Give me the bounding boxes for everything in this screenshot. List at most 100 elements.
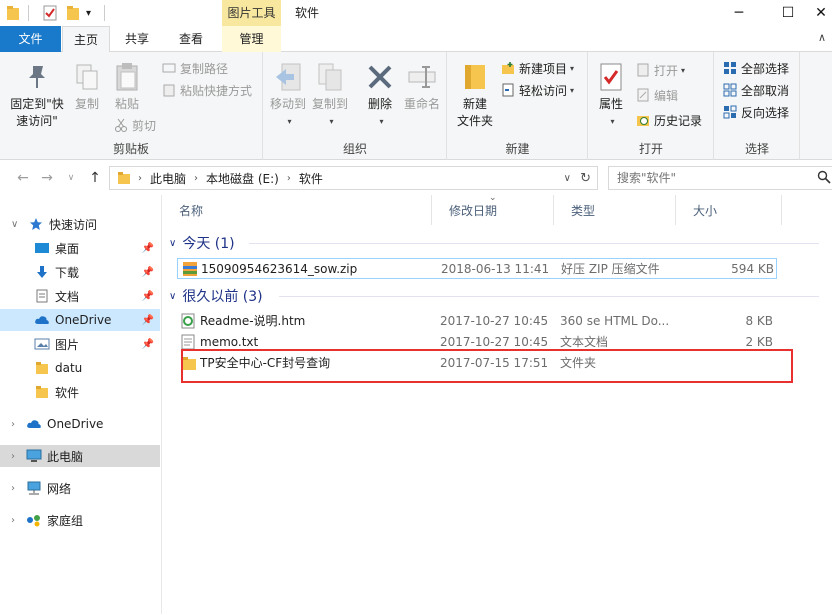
properties-qa-icon[interactable] <box>43 4 57 22</box>
group-header-today[interactable]: ∨ 今天 (1) <box>169 233 235 253</box>
easy-access-button[interactable]: 轻松访问 ▾ <box>500 80 574 100</box>
pin-icon[interactable]: 📌 <box>142 291 154 302</box>
nav-onedrive[interactable]: › OneDrive <box>0 413 160 435</box>
nav-item-datu[interactable]: datu <box>0 357 160 379</box>
copy-path-icon <box>161 60 177 76</box>
paste-shortcut-button[interactable]: 粘贴快捷方式 <box>161 80 252 100</box>
nav-item-label: 图片 <box>55 337 80 352</box>
invert-selection-button[interactable]: 反向选择 <box>722 102 789 122</box>
nav-item-downloads[interactable]: 下载 📌 <box>0 261 160 283</box>
tab-view[interactable]: 查看 <box>166 26 216 52</box>
group-header-long-ago[interactable]: ∨ 很久以前 (3) <box>169 286 263 306</box>
move-to-icon <box>271 60 305 94</box>
nav-network[interactable]: › 网络 <box>0 477 160 499</box>
html-file-icon <box>181 313 195 332</box>
nav-item-documents[interactable]: 文档 📌 <box>0 285 160 307</box>
ribbon-tab-bar: 文件 主页 共享 查看 管理 <box>0 26 832 53</box>
column-header-size[interactable]: 大小 <box>677 195 782 225</box>
delete-button[interactable]: 删除 ▾ <box>362 60 398 130</box>
select-none-button[interactable]: 全部取消 <box>722 80 789 100</box>
paste-button[interactable]: 粘贴 <box>112 60 142 113</box>
window-title: 软件 <box>295 6 320 20</box>
new-folder-button[interactable]: 新建 文件夹 <box>454 60 496 130</box>
nav-item-software[interactable]: 软件 <box>0 381 160 403</box>
tab-home[interactable]: 主页 <box>62 26 110 53</box>
properties-label: 属性 <box>598 97 623 111</box>
pictures-icon <box>34 336 50 352</box>
nav-item-onedrive-pinned[interactable]: OneDrive 📌 <box>0 309 160 331</box>
tab-share[interactable]: 共享 <box>112 26 162 52</box>
history-button[interactable]: 历史记录 <box>635 110 702 130</box>
file-size: 8 KB <box>745 314 773 328</box>
pin-icon[interactable]: 📌 <box>142 315 154 326</box>
pin-icon[interactable]: 📌 <box>142 243 154 254</box>
column-header-modified[interactable]: 修改日期 ⌄ <box>433 193 554 225</box>
pin-quick-access-button[interactable]: 固定到"快速访问" <box>6 60 68 130</box>
expand-chevron-icon: › <box>11 450 15 462</box>
recent-locations-chevron-icon[interactable]: ∨ <box>62 169 80 187</box>
tab-file[interactable]: 文件 <box>0 26 61 52</box>
file-modified: 2017-10-27 10:45 <box>440 314 549 328</box>
column-header-type[interactable]: 类型 <box>555 195 676 225</box>
minimize-button[interactable]: ─ <box>716 0 762 26</box>
nav-quick-access-label: 快速访问 <box>49 217 98 232</box>
pin-quick-access-label: 固定到"快速访问" <box>10 97 64 128</box>
open-group: 属性 ▾ 打开 ▾ 编辑 历史记录 打开 <box>589 52 714 160</box>
properties-button[interactable]: 属性 ▾ <box>593 60 629 130</box>
expand-chevron-icon: ∨ <box>11 218 19 230</box>
organize-group-label: 组织 <box>342 142 367 156</box>
copy-label: 复制 <box>74 97 99 111</box>
nav-onedrive-label: OneDrive <box>47 417 104 431</box>
nav-quick-access[interactable]: ∨ 快速访问 <box>0 213 160 235</box>
cut-button[interactable]: 剪切 <box>113 115 156 135</box>
edit-button[interactable]: 编辑 <box>635 85 678 105</box>
copy-to-button[interactable]: 复制到 ▾ <box>310 60 350 130</box>
file-row[interactable]: 15090954623614_sow.zip 2018-06-13 11:41 … <box>177 258 777 279</box>
move-to-button[interactable]: 移动到 ▾ <box>268 60 308 130</box>
close-button[interactable]: ✕ <box>810 0 832 26</box>
nav-item-desktop[interactable]: 桌面 📌 <box>0 237 160 259</box>
select-group: 全部选择 全部取消 反向选择 选择 <box>715 52 800 160</box>
maximize-button[interactable]: ☐ <box>765 0 811 26</box>
new-folder-qa-icon[interactable] <box>66 4 80 22</box>
customize-qa-dropdown-icon[interactable]: ▾ <box>86 4 91 22</box>
refresh-icon[interactable]: ↻ <box>580 171 591 186</box>
nav-this-pc[interactable]: › 此电脑 <box>0 445 160 467</box>
back-arrow-icon[interactable]: ← <box>14 169 32 187</box>
up-arrow-icon[interactable]: ↑ <box>86 169 104 187</box>
forward-arrow-icon[interactable]: → <box>38 169 56 187</box>
file-name: 15090954623614_sow.zip <box>201 262 358 276</box>
address-dropdown-icon[interactable]: ∨ <box>564 173 571 184</box>
select-all-button[interactable]: 全部选择 <box>722 58 789 78</box>
star-icon <box>28 216 44 232</box>
open-label: 打开 <box>654 63 679 78</box>
contextual-tab-label: 图片工具 <box>227 6 276 20</box>
new-item-dropdown-icon: ▾ <box>570 63 575 73</box>
group-collapse-chevron-icon: ∨ <box>169 290 177 302</box>
scissors-icon <box>113 117 129 133</box>
search-input[interactable] <box>609 171 809 185</box>
pin-icon[interactable]: 📌 <box>142 267 154 278</box>
breadcrumb-local-disk[interactable]: 本地磁盘 (E:) <box>202 170 283 187</box>
folder-icon <box>34 360 50 376</box>
quick-access-folder-icon[interactable] <box>6 4 20 22</box>
new-item-button[interactable]: 新建项目 ▾ <box>500 58 574 78</box>
nav-item-label: 桌面 <box>55 241 80 256</box>
breadcrumb-this-pc[interactable]: 此电脑 <box>146 170 190 187</box>
open-button[interactable]: 打开 ▾ <box>635 60 685 80</box>
search-icon[interactable] <box>817 170 831 187</box>
pin-icon[interactable]: 📌 <box>142 339 154 350</box>
ribbon-collapse-chevron-icon[interactable]: ∧ <box>818 31 826 44</box>
nav-homegroup[interactable]: › 家庭组 <box>0 509 160 531</box>
address-bar[interactable]: › 此电脑 › 本地磁盘 (E:) › 软件 ∨ ↻ <box>109 166 598 190</box>
nav-item-pictures[interactable]: 图片 📌 <box>0 333 160 355</box>
group-header-label: 今天 (1) <box>182 236 235 252</box>
breadcrumb-software[interactable]: 软件 <box>295 170 327 187</box>
search-box[interactable] <box>608 166 832 190</box>
column-header-name[interactable]: 名称 <box>163 195 432 225</box>
rename-button[interactable]: 重命名 <box>402 60 442 113</box>
file-row[interactable]: Readme-说明.htm 2017-10-27 10:45 360 se HT… <box>177 311 777 332</box>
copy-button[interactable]: 复制 <box>72 60 102 113</box>
tab-manage[interactable]: 管理 <box>222 26 281 52</box>
copy-path-button[interactable]: 复制路径 <box>161 58 228 78</box>
